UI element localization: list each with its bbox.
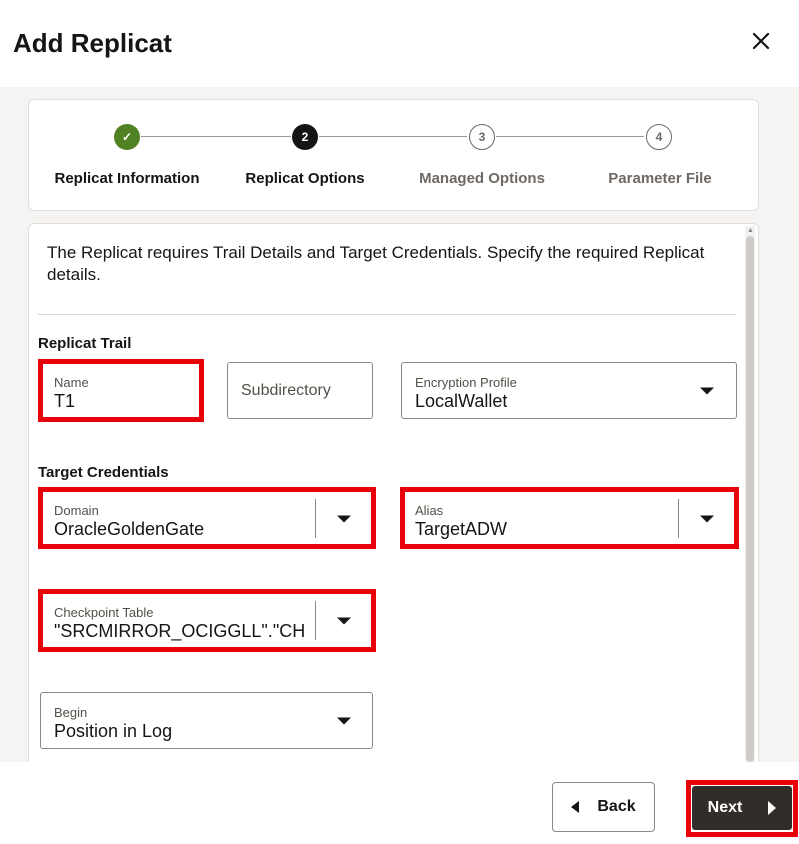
alias-value[interactable]: TargetADW — [415, 519, 507, 540]
dialog-footer — [0, 762, 799, 844]
dropdown-separator — [678, 499, 679, 538]
begin-label: Begin — [54, 705, 88, 720]
chevron-down-icon[interactable] — [700, 515, 714, 522]
checkpoint-table-select[interactable]: Checkpoint Table "SRCMIRROR_OCIGGLL"."CH… — [40, 592, 373, 649]
encryption-profile-select[interactable]: Encryption Profile LocalWallet — [401, 362, 737, 419]
domain-select[interactable]: Domain OracleGoldenGate — [40, 490, 373, 547]
checkpoint-table-label: Checkpoint Table — [54, 605, 154, 620]
begin-value[interactable]: Position in Log — [54, 721, 172, 742]
subdirectory-placeholder[interactable]: Subdirectory — [241, 363, 331, 418]
begin-select[interactable]: Begin Position in Log — [40, 692, 373, 749]
scroll-up-icon[interactable]: ▲ — [747, 227, 754, 234]
alias-select[interactable]: Alias TargetADW — [401, 490, 737, 547]
replicat-trail-heading: Replicat Trail — [38, 335, 132, 352]
dropdown-separator — [315, 601, 316, 640]
chevron-down-icon[interactable] — [337, 515, 351, 522]
encryption-profile-value[interactable]: LocalWallet — [415, 391, 507, 412]
caret-right-icon — [768, 801, 777, 815]
back-button[interactable]: Back — [552, 782, 655, 832]
alias-label: Alias — [415, 503, 444, 518]
step-2-label[interactable]: Replicat Options — [245, 170, 364, 187]
encryption-profile-label: Encryption Profile — [415, 375, 517, 390]
chevron-down-icon[interactable] — [337, 617, 351, 624]
step-connector — [319, 136, 467, 137]
step-4-marker[interactable]: 4 — [646, 124, 672, 150]
back-button-label: Back — [597, 798, 636, 815]
dialog-title: Add Replicat — [13, 28, 172, 58]
chevron-down-icon[interactable] — [337, 717, 351, 724]
step-1-label[interactable]: Replicat Information — [54, 170, 199, 187]
target-credentials-heading: Target Credentials — [38, 464, 169, 481]
step-4-label[interactable]: Parameter File — [608, 170, 711, 187]
step-2-marker[interactable]: 2 — [292, 124, 318, 150]
name-field[interactable]: Name T1 — [40, 362, 200, 419]
next-button[interactable]: Next — [692, 786, 792, 830]
intro-text: The Replicat requires Trail Details and … — [47, 243, 705, 284]
domain-label: Domain — [54, 503, 99, 518]
step-3-marker[interactable]: 3 — [469, 124, 495, 150]
step-connector — [496, 136, 644, 137]
chevron-down-icon[interactable] — [700, 387, 714, 394]
scrollbar-thumb[interactable] — [746, 236, 754, 762]
caret-left-icon — [571, 801, 580, 813]
close-icon — [752, 32, 770, 50]
dropdown-separator — [315, 499, 316, 538]
name-field-value[interactable]: T1 — [54, 391, 75, 412]
subdirectory-field[interactable]: Subdirectory — [227, 362, 373, 419]
next-button-label: Next — [707, 799, 743, 816]
close-button[interactable] — [748, 28, 774, 54]
checkpoint-table-value[interactable]: "SRCMIRROR_OCIGGLL"."CHI — [54, 621, 304, 642]
step-train — [28, 99, 759, 211]
step-1-check-icon[interactable]: ✓ — [114, 124, 140, 150]
step-3-label[interactable]: Managed Options — [419, 170, 545, 187]
domain-value[interactable]: OracleGoldenGate — [54, 519, 204, 540]
step-connector — [141, 136, 291, 137]
divider — [38, 314, 736, 315]
name-field-label: Name — [54, 375, 89, 390]
